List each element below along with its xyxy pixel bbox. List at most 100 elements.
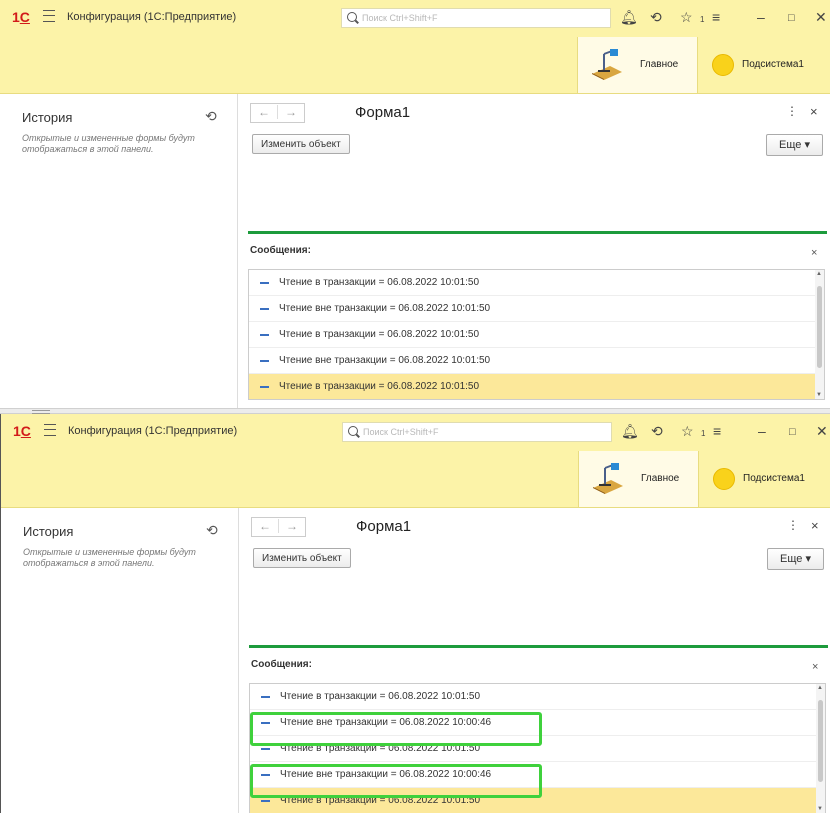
search-input[interactable]: Поиск Ctrl+Shift+F <box>342 422 612 442</box>
message-dash-icon <box>260 360 269 362</box>
section-main-label: Главное <box>640 59 679 70</box>
more-button[interactable]: Еще ▾ <box>766 134 823 156</box>
more-actions-icon[interactable]: ⋮ <box>787 518 799 532</box>
back-arrow-icon[interactable]: ← <box>251 105 278 119</box>
message-row[interactable]: Чтение в транзакции = 06.08.2022 10:01:5… <box>249 374 815 399</box>
desk-lamp-icon <box>593 463 623 494</box>
edit-object-button[interactable]: Изменить объект <box>252 134 350 154</box>
message-text: Чтение в транзакции = 06.08.2022 10:01:5… <box>280 691 481 702</box>
messages-divider <box>248 231 827 234</box>
notifications-count: 1 <box>700 15 705 24</box>
message-dash-icon <box>260 386 269 388</box>
scroll-thumb[interactable] <box>818 700 823 782</box>
message-row[interactable]: Чтение вне транзакции = 06.08.2022 10:01… <box>249 348 815 374</box>
close-messages-icon[interactable]: × <box>811 247 817 259</box>
form-title: Форма1 <box>355 104 411 121</box>
sun-icon[interactable] <box>713 468 735 490</box>
close-messages-icon[interactable]: × <box>812 661 818 673</box>
history-icon[interactable]: ⟲ <box>206 522 218 539</box>
messages-divider <box>249 645 828 648</box>
message-row[interactable]: Чтение в транзакции = 06.08.2022 10:01:5… <box>250 788 816 813</box>
sections-panel: Главное Подсистема1 <box>0 37 830 94</box>
sections-panel: Главное Подсистема1 <box>1 451 830 508</box>
message-row[interactable]: Чтение в транзакции = 06.08.2022 10:01:5… <box>250 684 816 710</box>
scroll-down-icon[interactable]: ▼ <box>817 806 823 812</box>
message-text: Чтение в транзакции = 06.08.2022 10:01:5… <box>279 381 480 392</box>
message-row[interactable]: Чтение вне транзакции = 06.08.2022 10:01… <box>249 296 815 322</box>
history-clock-icon[interactable]: ⟲ <box>651 423 663 439</box>
minimize-icon[interactable]: – <box>757 9 765 25</box>
more-button[interactable]: Еще ▾ <box>767 548 824 570</box>
settings-menu-icon[interactable]: ≡ <box>713 423 721 439</box>
history-clock-icon[interactable]: ⟲ <box>650 9 662 25</box>
message-row[interactable]: Чтение в транзакции = 06.08.2022 10:01:5… <box>249 322 815 348</box>
sun-icon[interactable] <box>712 54 734 76</box>
favorites-star-icon[interactable]: ☆ <box>681 423 694 439</box>
navigation-buttons: ← → <box>250 103 305 123</box>
back-arrow-icon[interactable]: ← <box>252 519 279 533</box>
message-dash-icon <box>261 748 270 750</box>
settings-menu-icon[interactable]: ≡ <box>712 9 720 25</box>
message-text: Чтение вне транзакции = 06.08.2022 10:01… <box>279 355 491 366</box>
section-main-label: Главное <box>641 473 680 484</box>
messages-list[interactable]: Чтение в транзакции = 06.08.2022 10:01:5… <box>249 683 826 813</box>
scroll-thumb[interactable] <box>817 286 822 368</box>
notifications-bell-icon[interactable]: 🔔︎ <box>620 9 638 25</box>
notifications-count: 1 <box>701 429 706 438</box>
desk-lamp-icon <box>592 49 622 80</box>
scroll-up-icon[interactable]: ▲ <box>816 271 822 277</box>
message-row[interactable]: Чтение вне транзакции = 06.08.2022 10:00… <box>250 710 816 736</box>
message-text: Чтение в транзакции = 06.08.2022 10:01:5… <box>280 795 481 806</box>
message-text: Чтение в транзакции = 06.08.2022 10:01:5… <box>279 329 480 340</box>
maximize-icon[interactable]: □ <box>788 10 795 26</box>
history-title: История <box>22 110 73 125</box>
scroll-up-icon[interactable]: ▲ <box>817 685 823 691</box>
messages-scrollbar[interactable]: ▲ ▼ <box>815 270 824 399</box>
history-description: Открытые и измененные формы будут отобра… <box>23 547 196 568</box>
favorites-star-icon[interactable]: ☆ <box>680 9 693 25</box>
scroll-down-icon[interactable]: ▼ <box>816 392 822 398</box>
minimize-icon[interactable]: – <box>758 423 766 439</box>
messages-title: Сообщения: <box>251 659 312 670</box>
close-window-icon[interactable]: ✕ <box>816 423 828 439</box>
history-description: Открытые и измененные формы будут отобра… <box>22 133 195 154</box>
message-dash-icon <box>260 334 269 336</box>
messages-list[interactable]: Чтение в транзакции = 06.08.2022 10:01:5… <box>248 269 825 400</box>
search-placeholder: Поиск Ctrl+Shift+F <box>362 13 438 23</box>
message-text: Чтение вне транзакции = 06.08.2022 10:00… <box>280 769 492 780</box>
forward-arrow-icon[interactable]: → <box>279 519 305 533</box>
history-panel: История ⟲ Открытые и измененные формы бу… <box>1 508 239 813</box>
main-menu-icon[interactable] <box>43 10 55 22</box>
more-actions-icon[interactable]: ⋮ <box>786 104 798 118</box>
maximize-icon[interactable]: □ <box>789 424 796 440</box>
message-row[interactable]: Чтение в транзакции = 06.08.2022 10:01:5… <box>249 270 815 296</box>
messages-scrollbar[interactable]: ▲ ▼ <box>816 684 825 813</box>
app-logo[interactable]: 1С <box>12 9 30 25</box>
section-main[interactable]: Главное <box>578 451 699 507</box>
main-menu-icon[interactable] <box>44 424 56 436</box>
search-input[interactable]: Поиск Ctrl+Shift+F <box>341 8 611 28</box>
forward-arrow-icon[interactable]: → <box>278 105 304 119</box>
section-subsystem-label[interactable]: Подсистема1 <box>743 473 805 484</box>
notifications-bell-icon[interactable]: 🔔︎ <box>621 423 639 439</box>
search-placeholder: Поиск Ctrl+Shift+F <box>363 427 439 437</box>
message-dash-icon <box>260 282 269 284</box>
search-icon <box>348 426 358 436</box>
section-subsystem-label[interactable]: Подсистема1 <box>742 59 804 70</box>
app-title: Конфигурация (1С:Предприятие) <box>68 425 238 437</box>
message-dash-icon <box>261 800 270 802</box>
edit-object-button[interactable]: Изменить объект <box>253 548 351 568</box>
section-main[interactable]: Главное <box>577 37 698 93</box>
message-text: Чтение вне транзакции = 06.08.2022 10:00… <box>280 717 492 728</box>
close-window-icon[interactable]: ✕ <box>815 9 827 25</box>
search-icon <box>347 12 357 22</box>
title-bar: 1С Конфигурация (1С:Предприятие) Поиск C… <box>0 0 830 37</box>
close-form-icon[interactable]: × <box>811 518 819 533</box>
message-row[interactable]: Чтение вне транзакции = 06.08.2022 10:00… <box>250 762 816 788</box>
message-row[interactable]: Чтение в транзакции = 06.08.2022 10:01:5… <box>250 736 816 762</box>
app-logo[interactable]: 1С <box>13 423 31 439</box>
history-panel: История ⟲ Открытые и измененные формы бу… <box>0 94 238 408</box>
message-text: Чтение в транзакции = 06.08.2022 10:01:5… <box>280 743 481 754</box>
close-form-icon[interactable]: × <box>810 104 818 119</box>
history-icon[interactable]: ⟲ <box>205 108 217 125</box>
